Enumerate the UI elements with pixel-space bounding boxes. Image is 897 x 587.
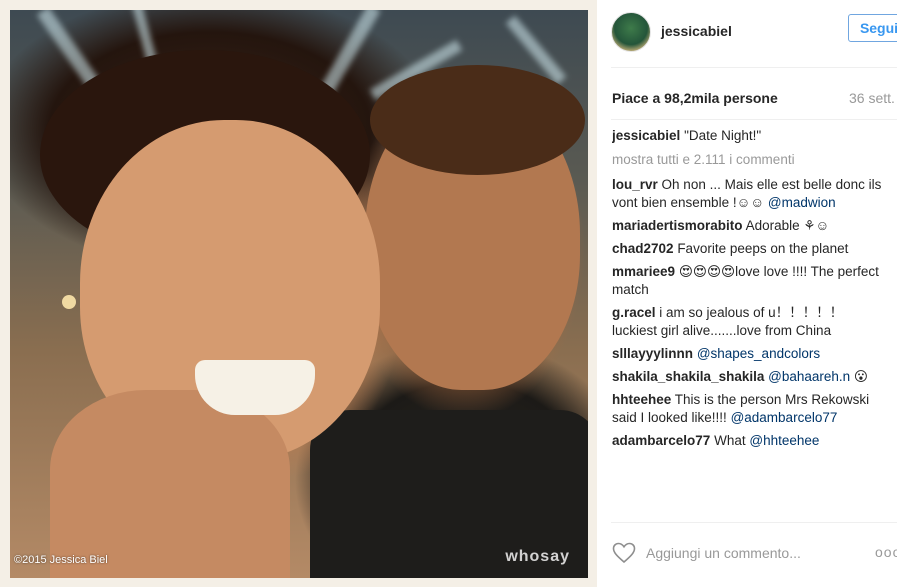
avatar[interactable] (611, 12, 651, 52)
show-all-comments-link[interactable]: mostra tutti e 2.111 i commenti (612, 151, 882, 169)
more-options-icon[interactable]: ooo (875, 544, 897, 560)
comment-username[interactable]: mmariee9 (612, 264, 675, 279)
comment-mention[interactable]: @bahaareh.n (768, 369, 850, 384)
comment-username[interactable]: hhteehee (612, 392, 671, 407)
smile (195, 360, 315, 415)
comment-item: mariadertismorabito Adorable ⚘☺ (612, 217, 882, 235)
woman-neck (50, 390, 290, 578)
comment-username[interactable]: g.racel (612, 305, 656, 320)
whosay-watermark: whosay (505, 548, 570, 565)
likes-count[interactable]: Piace a 98,2mila persone (612, 90, 778, 106)
comment-item: adambarcelo77 What @hhteehee (612, 432, 882, 450)
divider (611, 119, 897, 120)
comment-mention[interactable]: @shapes_andcolors (697, 346, 820, 361)
earring (62, 295, 76, 309)
comment-mention[interactable]: @madwion (768, 195, 836, 210)
heart-icon[interactable] (612, 542, 636, 564)
comment-username[interactable]: lou_rvr (612, 177, 658, 192)
comment-item: mmariee9 😍😍😍😍love love !!!! The perfect … (612, 263, 882, 299)
comment-text: Adorable ⚘☺ (745, 218, 830, 233)
post-photo[interactable]: ©2015 Jessica Biel whosay (0, 0, 597, 587)
divider (611, 522, 897, 523)
comment-item: shakila_shakila_shakila @bahaareh.n 😮 (612, 368, 882, 386)
comment-text: Favorite peeps on the planet (677, 241, 849, 256)
comment-text: 😮 (853, 369, 868, 384)
photo-copyright: ©2015 Jessica Biel (14, 554, 108, 566)
comment-item: slllayyylinnn @shapes_andcolors (612, 345, 882, 363)
caption-username[interactable]: jessicabiel (612, 128, 680, 143)
comment-username[interactable]: chad2702 (612, 241, 674, 256)
caption-text: "Date Night!" (684, 128, 762, 143)
username[interactable]: jessicabiel (661, 23, 732, 39)
comment-text: What (714, 433, 746, 448)
man-hair (370, 65, 585, 175)
comment-username[interactable]: slllayyylinnn (612, 346, 693, 361)
comment-item: g.racel i am so jealous of u！！！！！ luckie… (612, 304, 882, 340)
post-header: jessicabiel Segui (611, 10, 897, 58)
comment-username[interactable]: shakila_shakila_shakila (612, 369, 764, 384)
comment-username[interactable]: adambarcelo77 (612, 433, 710, 448)
comment-bar: Aggiungi un commento... ooo (612, 540, 897, 570)
comment-item: hhteehee This is the person Mrs Rekowski… (612, 391, 882, 427)
selfie-image: ©2015 Jessica Biel whosay (10, 10, 588, 578)
comment-mention[interactable]: @hhteehee (749, 433, 819, 448)
caption: jessicabiel "Date Night!" (612, 127, 882, 145)
add-comment-input[interactable]: Aggiungi un commento... (646, 545, 801, 561)
comment-username[interactable]: mariadertismorabito (612, 218, 743, 233)
comment-item: chad2702 Favorite peeps on the planet (612, 240, 882, 258)
divider (611, 67, 897, 68)
post-sidebar: jessicabiel Segui Piace a 98,2mila perso… (597, 0, 897, 587)
comment-mention[interactable]: @adambarcelo77 (731, 410, 838, 425)
comments-list: jessicabiel "Date Night!" mostra tutti e… (612, 127, 882, 520)
post-time[interactable]: 36 sett. (849, 90, 895, 106)
follow-button[interactable]: Segui (848, 14, 897, 42)
comment-item: lou_rvr Oh non ... Mais elle est belle d… (612, 176, 882, 212)
